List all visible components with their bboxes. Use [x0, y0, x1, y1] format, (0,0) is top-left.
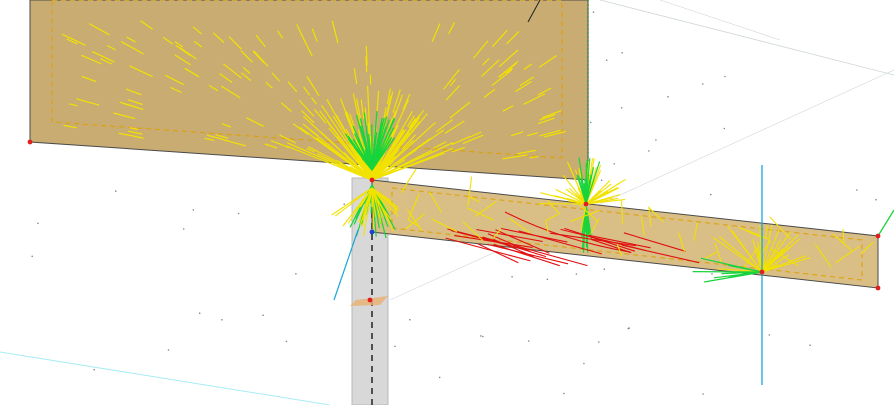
grid-dot	[620, 107, 623, 109]
wall-panel	[29, 0, 589, 181]
grid-dot	[711, 273, 713, 275]
grid-dot	[702, 393, 704, 395]
grid-dot	[167, 349, 170, 351]
node-marker	[583, 201, 589, 207]
grid-dot	[295, 273, 297, 275]
grid-dot	[343, 203, 346, 205]
grid-dot	[667, 95, 669, 98]
grid-dot	[511, 276, 513, 278]
grid-dot	[221, 319, 223, 321]
grid-dot	[409, 318, 411, 321]
grid-dot	[262, 314, 264, 317]
grid-dot	[527, 340, 530, 342]
grid-line	[0, 351, 331, 405]
grid-dot	[702, 83, 704, 85]
node-marker	[875, 233, 881, 239]
grid-dot	[285, 340, 288, 343]
grid-dot	[482, 335, 484, 338]
grid-dot	[724, 75, 726, 78]
grid-dot	[198, 312, 201, 315]
grid-dot	[115, 190, 117, 192]
grid-dot	[613, 163, 615, 165]
grid-dot	[394, 345, 396, 348]
grid-dot	[710, 193, 712, 196]
vector-beam	[842, 229, 845, 244]
node-marker	[27, 139, 33, 145]
grid-dot	[589, 121, 592, 124]
grid-dot	[648, 150, 650, 152]
beam-surface[interactable]	[371, 179, 879, 289]
grid-dot	[93, 368, 95, 371]
node-marker	[369, 229, 375, 235]
grid-dot	[575, 273, 578, 275]
node-marker	[367, 297, 373, 303]
grid-dot	[655, 139, 657, 141]
vector-wall	[365, 45, 368, 66]
grid-dot	[592, 11, 595, 13]
grid-dot	[628, 327, 630, 329]
grid-dot	[31, 255, 33, 258]
node-marker	[759, 269, 765, 275]
grid-dot	[546, 278, 549, 281]
grid-dot	[598, 341, 600, 343]
grid-dot	[605, 59, 608, 61]
grid-line	[599, 0, 894, 76]
grid-dot	[583, 362, 585, 365]
grid-dot	[723, 127, 726, 130]
grid-dot	[438, 376, 441, 379]
3d-model-viewport[interactable]	[0, 0, 894, 405]
model-canvas[interactable]	[0, 0, 894, 405]
grid-dot	[856, 189, 858, 191]
grid-dot	[237, 212, 240, 215]
grid-dot	[621, 52, 623, 54]
grid-dot	[563, 392, 565, 395]
node-marker	[875, 285, 881, 291]
grid-dot	[192, 209, 195, 211]
grid-dot	[875, 198, 877, 201]
grid-dot	[809, 344, 811, 347]
node-marker	[369, 177, 375, 183]
grid-dot	[37, 222, 39, 225]
grid-dot	[600, 179, 603, 182]
grid-dot	[480, 335, 482, 337]
vector-edge-green	[877, 209, 894, 237]
grid-dot	[182, 228, 185, 230]
wall-surface[interactable]	[29, 0, 589, 181]
grid-dot	[603, 268, 606, 271]
grid-dot	[768, 334, 771, 336]
